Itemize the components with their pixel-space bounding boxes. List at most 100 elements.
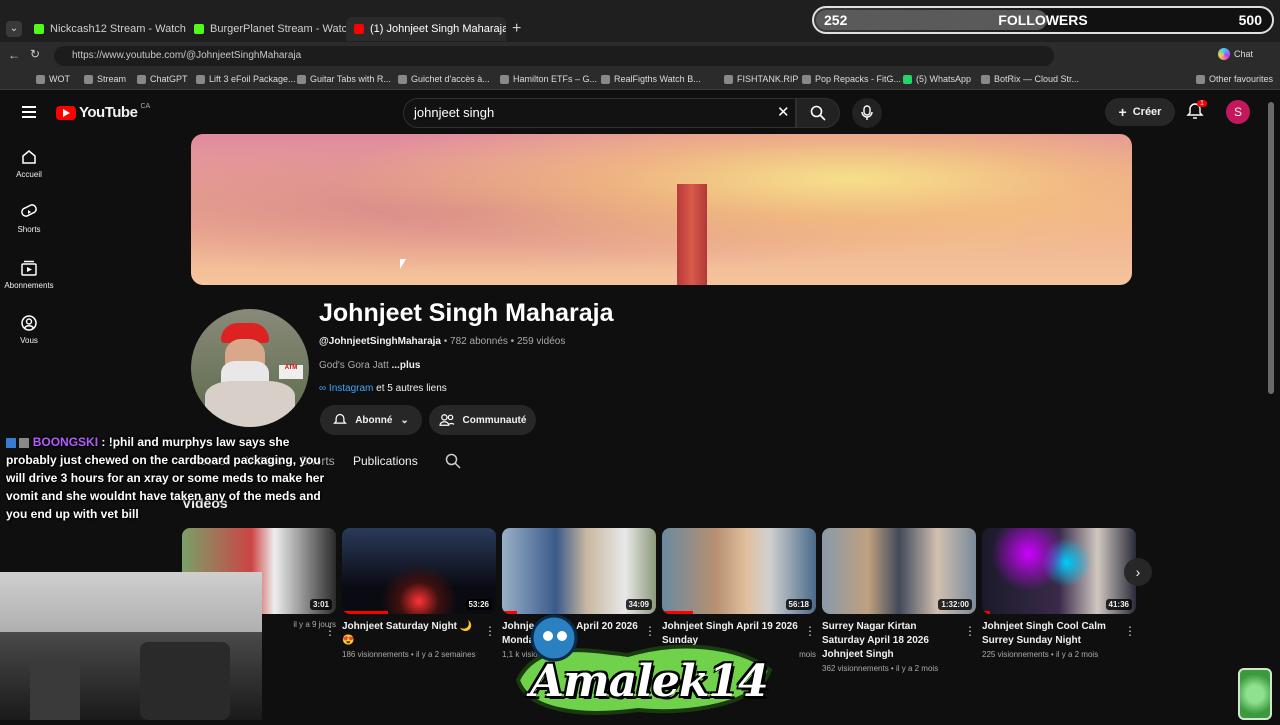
link-icon: ∞ — [319, 383, 327, 394]
page-scrollbar[interactable] — [1268, 102, 1274, 394]
bookmark-wot[interactable]: WOT — [36, 74, 70, 84]
nav-home[interactable]: Accueil — [0, 148, 58, 179]
reload-icon[interactable]: ↻ — [30, 47, 40, 61]
bookmark-guitar[interactable]: Guitar Tabs with R... — [297, 74, 391, 84]
address-bar[interactable]: https://www.youtube.com/@JohnjeetSinghMa… — [54, 46, 1054, 66]
bookmark-poprepacks[interactable]: Pop Repacks - FitG... — [802, 74, 901, 84]
bookmark-stream[interactable]: Stream — [84, 74, 126, 84]
chevron-down-icon: ⌄ — [400, 414, 409, 426]
video-meta: 225 visionnements • il y a 2 mois — [982, 650, 1099, 659]
bookmark-guichet[interactable]: Guichet d'accès à... — [398, 74, 490, 84]
subscribed-button[interactable]: Abonné ⌄ — [320, 405, 422, 435]
menu-icon[interactable] — [22, 106, 36, 118]
create-button[interactable]: + Créer — [1105, 98, 1175, 126]
bookmark-realfigths[interactable]: RealFigths Watch B... — [601, 74, 701, 84]
browser-tab-youtube[interactable]: (1) Johnjeet Singh Maharaja - You ✕ — [346, 17, 506, 41]
notifications-button[interactable]: 1 — [1186, 100, 1207, 122]
video-title[interactable]: Johnjeet Saturday Night 🌙😍 — [342, 620, 482, 648]
tab-publications[interactable]: Publications — [353, 454, 418, 468]
streamer-logo-overlay: Amalek14 — [508, 610, 778, 720]
carousel-next-button[interactable]: › — [1124, 558, 1152, 586]
video-thumbnail[interactable]: 41:36 — [982, 528, 1136, 614]
video-duration: 53:26 — [465, 599, 492, 610]
browser-tab-nickcash[interactable]: Nickcash12 Stream - Watch Li ✕ — [26, 17, 186, 41]
community-icon — [438, 414, 454, 426]
bookmarks-bar: WOT Stream ChatGPT Lift 3 eFoil Package.… — [0, 70, 1280, 90]
video-card[interactable]: 53:26 Johnjeet Saturday Night 🌙😍 186 vis… — [342, 528, 496, 659]
plus-icon: + — [1118, 104, 1127, 120]
site-icon — [724, 74, 733, 84]
channel-links: ∞ Instagram et 5 autres liens — [319, 383, 447, 394]
video-thumbnail[interactable]: 56:18 — [662, 528, 816, 614]
bookmark-whatsapp[interactable]: (5) WhatsApp — [903, 74, 971, 84]
more-options-icon[interactable]: ⋮ — [804, 624, 816, 638]
tab-title: (1) Johnjeet Singh Maharaja - You — [370, 23, 506, 35]
more-options-icon[interactable]: ⋮ — [1124, 624, 1136, 638]
instagram-link[interactable]: Instagram — [329, 383, 373, 394]
clear-search-icon[interactable]: ✕ — [777, 103, 790, 121]
video-title[interactable]: Surrey Nagar Kirtan Saturday April 18 20… — [822, 620, 962, 662]
bookmark-hamilton[interactable]: Hamilton ETFs – G... — [500, 74, 597, 84]
video-card[interactable]: 1:32:00 Surrey Nagar Kirtan Saturday Apr… — [822, 528, 976, 673]
follower-current: 252 — [824, 12, 848, 28]
video-meta: 186 visionnements • il y a 2 semaines — [342, 650, 476, 659]
more-options-icon[interactable]: ⋮ — [964, 624, 976, 638]
more-options-icon[interactable]: ⋮ — [484, 624, 496, 638]
site-icon — [802, 74, 811, 84]
video-thumbnail[interactable]: 1:32:00 — [822, 528, 976, 614]
site-icon — [981, 74, 990, 84]
community-label: Communauté — [462, 414, 527, 426]
search-input[interactable]: johnjeet singh — [403, 98, 796, 128]
folder-icon — [84, 74, 93, 84]
video-duration: 1:32:00 — [938, 599, 972, 610]
subscriptions-icon — [21, 260, 37, 276]
jar-image — [1238, 668, 1272, 720]
nav-shorts[interactable]: Shorts — [0, 203, 58, 234]
streamer-logo-text: Amalek14 — [530, 656, 769, 707]
account-avatar[interactable]: S — [1226, 100, 1250, 124]
create-label: Créer — [1132, 106, 1162, 118]
bio-more-link[interactable]: ...plus — [392, 360, 421, 371]
bookmark-botrix[interactable]: BotRix — Cloud Str... — [981, 74, 1079, 84]
more-options-icon[interactable]: ⋮ — [324, 624, 336, 638]
banner-pillar — [677, 184, 707, 285]
video-thumbnail[interactable]: 34:09 — [502, 528, 656, 614]
video-meta: 362 visionnements • il y a 2 mois — [822, 664, 939, 673]
nav-subscriptions[interactable]: Abonnements — [0, 259, 58, 290]
home-icon — [22, 150, 36, 164]
tab-title: Nickcash12 Stream - Watch Li — [50, 23, 186, 35]
nav-you[interactable]: Vous — [0, 314, 58, 345]
other-favourites[interactable]: Other favourites — [1196, 74, 1273, 84]
search-button[interactable] — [796, 98, 840, 128]
region-label: CA — [140, 103, 151, 110]
browser-tab-burgerplanet[interactable]: BurgerPlanet Stream - Watch ✕ — [186, 17, 346, 41]
youtube-icon — [354, 24, 364, 34]
video-title[interactable]: Johnjeet Singh Cool Calm Surrey Sunday N… — [982, 620, 1122, 648]
channel-bio[interactable]: God's Gora Jatt ...plus — [319, 360, 420, 371]
tab-title: BurgerPlanet Stream - Watch — [210, 23, 346, 35]
channel-banner — [191, 134, 1132, 285]
tab-actions-button[interactable]: ⌄ — [6, 21, 22, 37]
copilot-chat-button[interactable]: Chat — [1218, 48, 1253, 60]
more-links[interactable]: et 5 autres liens — [376, 383, 447, 394]
webcam-overlay — [0, 572, 262, 720]
folder-icon — [36, 74, 45, 84]
notification-count-badge: 1 — [1197, 100, 1207, 107]
back-icon[interactable]: ← — [8, 48, 20, 62]
bookmark-lift[interactable]: Lift 3 eFoil Package... — [196, 74, 296, 84]
community-button[interactable]: Communauté — [429, 405, 536, 435]
video-card[interactable]: 41:36 Johnjeet Singh Cool Calm Surrey Su… — [982, 528, 1136, 659]
search-icon[interactable] — [445, 453, 461, 469]
new-tab-button[interactable]: + — [512, 20, 521, 38]
bookmark-fishtank[interactable]: FISHTANK.RIP — [724, 74, 798, 84]
video-thumbnail[interactable]: 53:26 — [342, 528, 496, 614]
chat-username: BOONGSKI — [32, 435, 99, 449]
browser-toolbar: ← ↻ https://www.youtube.com/@JohnjeetSin… — [0, 42, 1280, 70]
chatgpt-icon — [137, 74, 146, 84]
copilot-icon — [1218, 48, 1230, 60]
voice-search-button[interactable] — [852, 98, 882, 128]
mouse-cursor — [400, 259, 406, 269]
bookmark-chatgpt[interactable]: ChatGPT — [137, 74, 188, 84]
chat-badge-icon — [6, 437, 16, 448]
youtube-logo[interactable]: YouTube CA — [56, 103, 151, 121]
